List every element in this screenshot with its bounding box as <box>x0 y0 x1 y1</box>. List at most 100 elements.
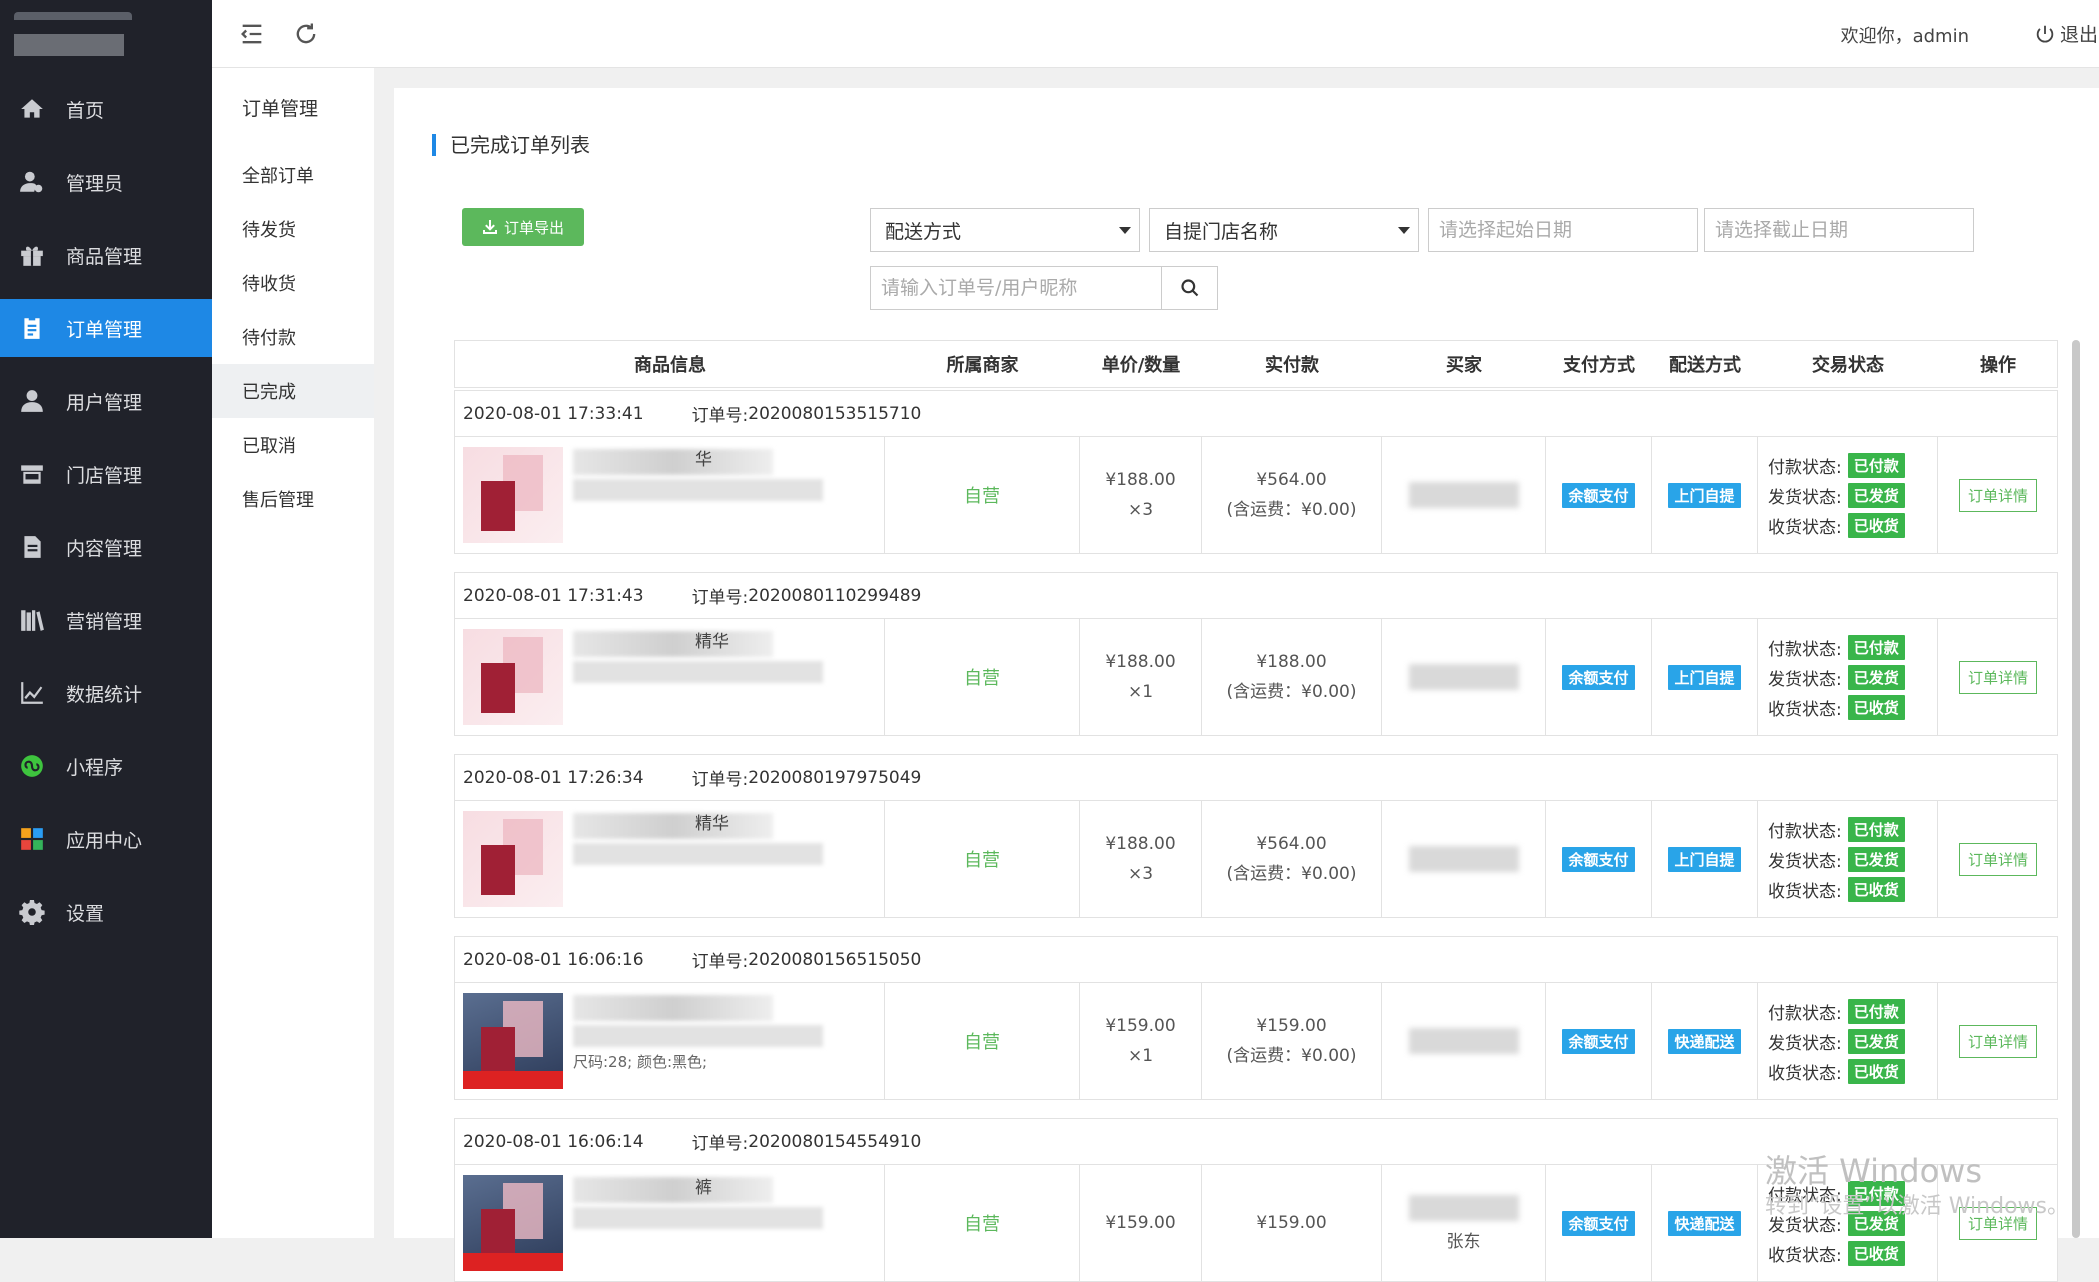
order-number: 2020080197975049 <box>748 767 922 788</box>
shipping-fee: (含运费：¥0.00) <box>1226 864 1357 884</box>
merchant-name: 自营 <box>964 850 1000 871</box>
pay-method-tag: 余额支付 <box>1562 664 1635 690</box>
submenu-item-aftersale[interactable]: 售后管理 <box>212 472 374 526</box>
order-header: 2020-08-01 17:26:34 订单号: 202008019797504… <box>455 755 2057 801</box>
submenu-item-to-pay[interactable]: 待付款 <box>212 310 374 364</box>
order-number: 2020080154554910 <box>748 1131 922 1152</box>
menu-collapse-icon[interactable] <box>238 20 266 48</box>
welcome-text: 欢迎你，admin <box>1840 26 1969 47</box>
start-date-input[interactable] <box>1428 208 1698 252</box>
sidebar-item-stats[interactable]: 数据统计 <box>0 664 212 722</box>
submenu: 订单管理 全部订单 待发货 待收货 待付款 已完成 已取消 售后管理 <box>212 68 374 1238</box>
goods-name[interactable]: 精华 <box>695 627 729 652</box>
sidebar-item-home[interactable]: 首页 <box>0 80 212 138</box>
export-orders-button[interactable]: 订单导出 <box>462 208 584 246</box>
unit-price: ¥188.00 <box>1105 834 1176 854</box>
goods-cell: 尺码:28; 颜色:黑色; <box>455 983 885 1099</box>
goods-name[interactable]: 精华 <box>695 809 729 834</box>
goods-name[interactable]: 裤 <box>695 1173 712 1198</box>
order-detail-button[interactable]: 订单详情 <box>1958 1024 2037 1058</box>
logout-button[interactable]: 退出 <box>2034 20 2098 47</box>
sidebar-item-marketing[interactable]: 营销管理 <box>0 591 212 649</box>
paid-amount: ¥564.00 <box>1256 470 1327 490</box>
order-header: 2020-08-01 17:33:41 订单号: 202008015351571… <box>455 391 2057 437</box>
search-box <box>870 266 1218 310</box>
paid-amount: ¥159.00 <box>1256 1213 1327 1233</box>
shipping-fee: (含运费：¥0.00) <box>1226 682 1357 702</box>
delivery-method-tag: 上门自提 <box>1668 664 1741 690</box>
ship-status-badge: 已发货 <box>1847 482 1905 508</box>
logout-label: 退出 <box>2060 24 2099 46</box>
merchant-name: 自营 <box>964 1214 1000 1235</box>
search-button[interactable] <box>1161 267 1217 309</box>
sidebar-item-stores[interactable]: 门店管理 <box>0 445 212 503</box>
submenu-item-to-ship[interactable]: 待发货 <box>212 202 374 256</box>
sidebar-item-label: 商品管理 <box>66 245 143 268</box>
col-header-merchant: 所属商家 <box>946 355 1019 376</box>
receive-status-label: 收货状态: <box>1768 699 1842 720</box>
submenu-item-completed[interactable]: 已完成 <box>212 364 374 418</box>
delivery-method-select[interactable]: 配送方式 <box>870 208 1140 252</box>
refresh-icon[interactable] <box>292 20 320 48</box>
goods-image[interactable] <box>463 447 563 543</box>
apps-icon <box>18 825 46 853</box>
page-title: 已完成订单列表 <box>432 134 590 156</box>
goods-image[interactable] <box>463 811 563 907</box>
receive-status-label: 收货状态: <box>1768 1245 1842 1266</box>
sidebar-item-apps[interactable]: 应用中心 <box>0 810 212 868</box>
miniprogram-icon <box>18 752 46 780</box>
goods-name[interactable]: 华 <box>695 445 712 470</box>
sidebar-item-label: 用户管理 <box>66 391 143 414</box>
sidebar-item-goods[interactable]: 商品管理 <box>0 226 212 284</box>
order-detail-button[interactable]: 订单详情 <box>1958 660 2037 694</box>
action-cell: 订单详情 <box>1938 801 2058 917</box>
delivery-select-value: 配送方式 <box>885 220 962 243</box>
order-time: 2020-08-01 16:06:14 <box>463 1131 644 1152</box>
col-header-buyer: 买家 <box>1446 355 1482 376</box>
sidebar-item-orders[interactable]: 订单管理 <box>0 299 212 357</box>
goods-image[interactable] <box>463 1175 563 1271</box>
ship-status-label: 发货状态: <box>1768 1033 1842 1054</box>
col-header-pay-method: 支付方式 <box>1563 355 1635 376</box>
order-number-label: 订单号: <box>691 952 749 972</box>
store-name-select[interactable]: 自提门店名称 <box>1149 208 1419 252</box>
chevron-down-icon <box>1398 227 1410 234</box>
buyer-blurred <box>1408 664 1519 690</box>
goods-image[interactable] <box>463 993 563 1089</box>
receive-status-label: 收货状态: <box>1768 1063 1842 1084</box>
download-icon <box>482 220 497 234</box>
buyer-blurred <box>1408 482 1519 508</box>
main-panel: 已完成订单列表 订单导出 配送方式 自提门店名称 商品信息 所属商家 单价/数量… <box>394 88 2099 1282</box>
order-number: 2020080156515050 <box>748 949 922 970</box>
receive-status-badge: 已收货 <box>1847 876 1905 902</box>
sidebar-item-miniprogram[interactable]: 小程序 <box>0 737 212 795</box>
delivery-method-tag: 快递配送 <box>1668 1028 1741 1054</box>
goods-name-blurred <box>573 1177 773 1203</box>
order-number-label: 订单号: <box>691 406 749 426</box>
quantity: ×3 <box>1127 864 1154 884</box>
order-detail-button[interactable]: 订单详情 <box>1958 478 2037 512</box>
order-number-label: 订单号: <box>691 1134 749 1154</box>
col-header-price-qty: 单价/数量 <box>1101 355 1181 376</box>
end-date-input[interactable] <box>1704 208 1974 252</box>
sidebar-item-users[interactable]: 用户管理 <box>0 372 212 430</box>
submenu-item-to-receive[interactable]: 待收货 <box>212 256 374 310</box>
clipboard-icon <box>18 314 46 342</box>
price-qty-cell: ¥159.00 <box>1080 1165 1202 1281</box>
paid-cell: ¥564.00 (含运费：¥0.00) <box>1202 437 1382 553</box>
scrollbar[interactable] <box>2072 340 2080 1238</box>
sidebar-item-admin[interactable]: 管理员 <box>0 153 212 211</box>
order-time: 2020-08-01 16:06:16 <box>463 949 644 970</box>
buyer-blurred <box>1408 846 1519 872</box>
order-detail-button[interactable]: 订单详情 <box>1958 842 2037 876</box>
sidebar-item-content[interactable]: 内容管理 <box>0 518 212 576</box>
receive-status-badge: 已收货 <box>1847 1240 1905 1266</box>
goods-image[interactable] <box>463 629 563 725</box>
sidebar-item-settings[interactable]: 设置 <box>0 883 212 941</box>
search-input[interactable] <box>871 267 1177 309</box>
submenu-item-cancelled[interactable]: 已取消 <box>212 418 374 472</box>
delivery-cell: 上门自提 <box>1652 801 1758 917</box>
col-header-status: 交易状态 <box>1812 355 1884 376</box>
admin-icon <box>18 168 46 196</box>
submenu-item-all[interactable]: 全部订单 <box>212 148 374 202</box>
